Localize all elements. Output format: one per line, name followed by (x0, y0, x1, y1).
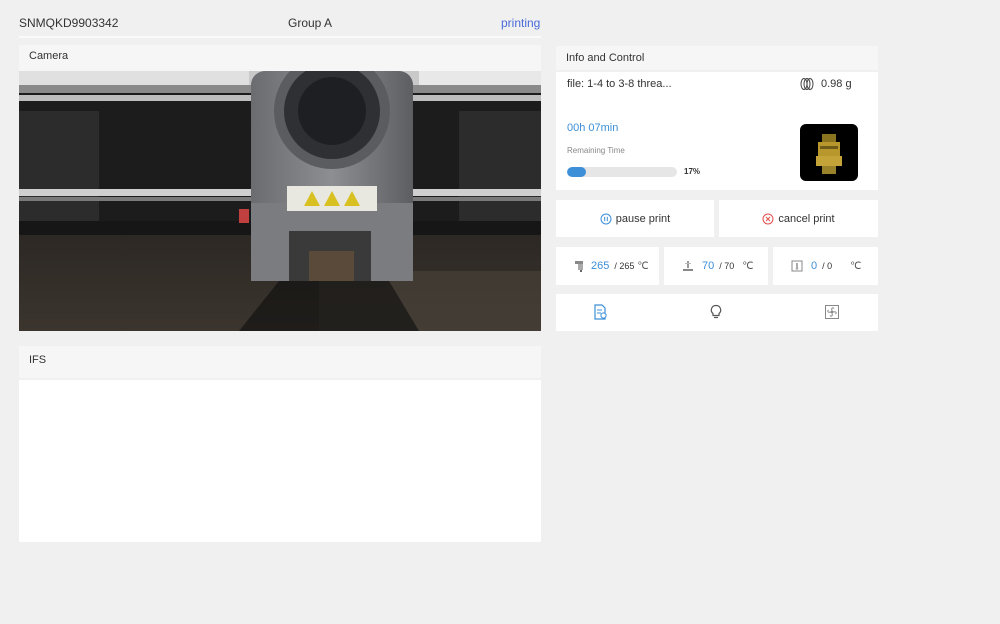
cancel-print-label: cancel print (778, 212, 835, 225)
light-bulb-icon[interactable] (708, 304, 724, 320)
bed-temperature[interactable]: 70 / 70 ℃ (664, 247, 768, 285)
camera-feed-image (19, 71, 541, 331)
progress-percent: 17% (684, 167, 701, 176)
nozzle-temp-unit: ℃ (637, 260, 649, 272)
model-thumbnail (800, 124, 858, 181)
chamber-temp-target: / 0 (822, 261, 833, 271)
camera-panel-title: Camera (19, 45, 541, 71)
filament-weight: 0.98 g (821, 78, 852, 90)
printer-serial: SNMQKD9903342 (19, 16, 119, 30)
file-settings-icon[interactable] (592, 304, 608, 320)
cancel-print-button[interactable]: cancel print (719, 200, 878, 237)
ifs-panel-body (19, 380, 541, 542)
pause-icon (600, 213, 612, 224)
pause-print-label: pause print (615, 212, 671, 225)
remaining-time-label: Remaining Time (567, 146, 625, 155)
info-panel-title: Info and Control (556, 46, 878, 70)
chamber-icon (791, 260, 803, 272)
camera-feed (19, 71, 541, 331)
fan-icon[interactable] (824, 304, 840, 320)
nozzle-temp-current: 265 (591, 260, 610, 272)
model-thumbnail-icon (816, 134, 842, 174)
filament-spool-icon (800, 78, 814, 90)
header-divider (19, 36, 541, 38)
tool-bar (556, 294, 878, 331)
bed-temp-current: 70 (702, 260, 715, 272)
cancel-icon (762, 213, 774, 224)
progress-bar (567, 167, 677, 177)
pause-print-button[interactable]: pause print (556, 200, 714, 237)
status-badge: printing (501, 16, 541, 30)
chamber-temperature[interactable]: 0 / 0 ℃ (773, 247, 878, 285)
nozzle-temp-target: / 265 (614, 261, 635, 271)
file-name: file: 1-4 to 3-8 threa... (567, 78, 672, 90)
ifs-panel-title: IFS (19, 346, 541, 378)
chamber-temp-current: 0 (811, 260, 818, 272)
bed-icon (683, 261, 693, 271)
nozzle-icon (575, 261, 583, 272)
chamber-temp-unit: ℃ (850, 260, 862, 272)
progress-fill (567, 167, 586, 177)
remaining-time-value: 00h 07min (567, 122, 619, 134)
bed-temp-target: / 70 (719, 261, 735, 271)
bed-temp-unit: ℃ (742, 260, 754, 272)
printer-group: Group A (288, 16, 333, 30)
nozzle-temperature[interactable]: 265 / 265 ℃ (556, 247, 659, 285)
